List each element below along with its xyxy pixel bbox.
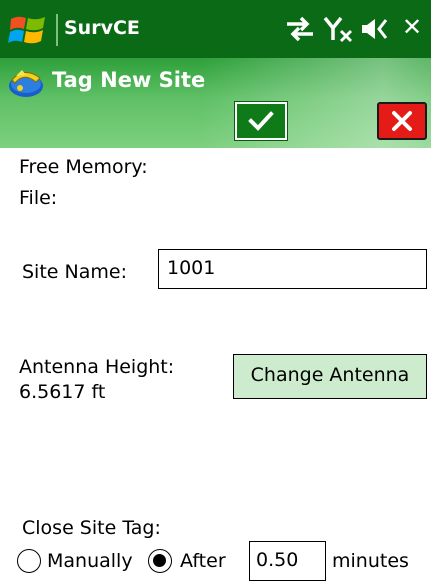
- dialog-title: Tag New Site: [52, 68, 206, 92]
- close-x-icon: [392, 111, 412, 131]
- status-bar: SurvCE ✕: [0, 0, 431, 58]
- connectivity-icon[interactable]: [283, 14, 317, 44]
- app-name: SurvCE: [64, 17, 140, 39]
- change-antenna-button[interactable]: Change Antenna: [233, 354, 427, 399]
- volume-icon[interactable]: [360, 14, 392, 44]
- site-name-label: Site Name:: [22, 261, 127, 283]
- radio-after[interactable]: [148, 549, 172, 573]
- site-name-input[interactable]: 1001: [158, 249, 427, 289]
- ok-button[interactable]: [235, 102, 287, 140]
- no-signal-icon[interactable]: [323, 14, 355, 44]
- free-memory-label: Free Memory:: [19, 156, 148, 178]
- status-bar-separator: [56, 14, 58, 46]
- radio-after-label[interactable]: After: [180, 549, 226, 573]
- antenna-height-label: Antenna Height:: [19, 356, 175, 378]
- close-icon[interactable]: ✕: [402, 12, 422, 42]
- minutes-label: minutes: [332, 550, 409, 572]
- minutes-input[interactable]: 0.50: [249, 541, 326, 581]
- checkmark-icon: [248, 111, 274, 131]
- radio-after-selected-dot: [153, 554, 166, 567]
- radio-manually[interactable]: [17, 549, 41, 573]
- file-label: File:: [19, 187, 58, 209]
- dialog-header: Tag New Site: [0, 58, 431, 148]
- radio-manually-label[interactable]: Manually: [47, 549, 133, 573]
- close-site-tag-label: Close Site Tag:: [22, 517, 161, 539]
- survce-app-icon: [9, 70, 43, 97]
- antenna-height-value: 6.5617 ft: [19, 381, 106, 403]
- cancel-button[interactable]: [377, 102, 427, 140]
- windows-start-icon[interactable]: [8, 12, 48, 48]
